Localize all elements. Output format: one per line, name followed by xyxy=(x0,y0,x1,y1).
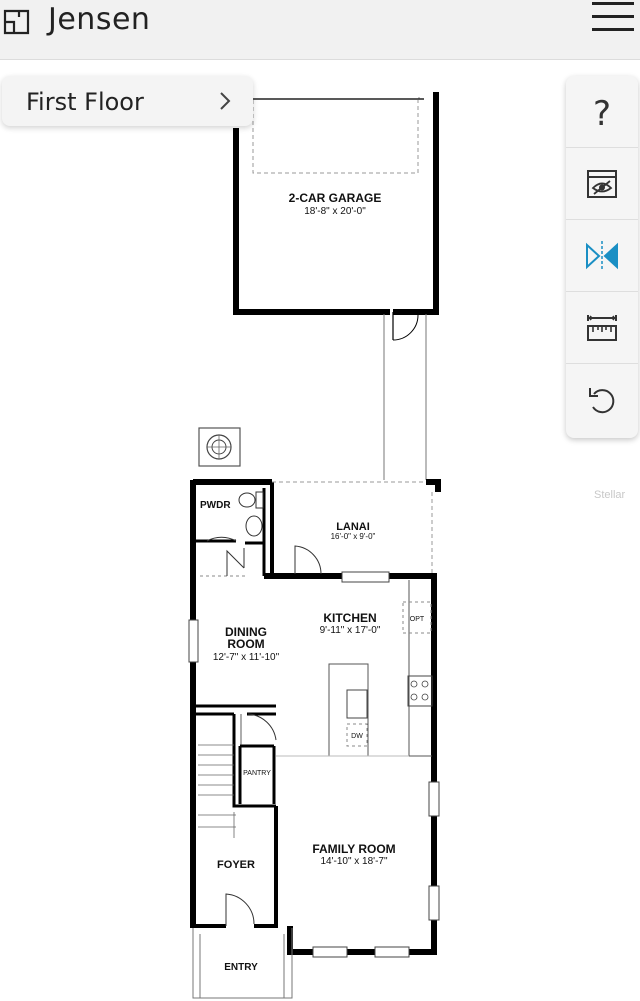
measure-button[interactable] xyxy=(566,292,638,364)
floor-selector[interactable]: First Floor xyxy=(2,76,253,126)
floorplan-icon xyxy=(3,9,30,35)
help-button[interactable]: ? xyxy=(566,76,638,148)
chevron-right-icon xyxy=(220,92,231,110)
undo-button[interactable] xyxy=(566,364,638,436)
walkway-lines xyxy=(383,314,427,480)
dining-window xyxy=(188,619,199,663)
family-window-bottom-right xyxy=(374,946,410,958)
dining-label-line2: ROOM xyxy=(227,637,264,651)
hamburger-menu-icon[interactable] xyxy=(588,0,636,40)
ac-unit-icon xyxy=(198,427,241,467)
undo-icon xyxy=(589,388,615,414)
lanai-size: 16'-0" x 9'-0" xyxy=(331,532,376,541)
family-room-label: FAMILY ROOM xyxy=(312,842,395,856)
pantry-label: PANTRY xyxy=(243,770,271,777)
lanai-door-swing xyxy=(294,545,322,575)
garage-door-swing xyxy=(392,312,419,341)
dining-size: 12'-7" x 11'-10" xyxy=(213,652,280,663)
kitchen-label: KITCHEN xyxy=(323,611,376,625)
family-window-bottom-left xyxy=(312,946,348,958)
family-room-size: 14'-10" x 18'-7" xyxy=(320,856,388,867)
house-walls xyxy=(190,479,441,955)
kitchen-size: 9'-11" x 17'-0" xyxy=(320,625,381,636)
floor-plan-canvas[interactable]: 2-CAR GARAGE 18'-8" x 20'-0" LANAI 16'-0… xyxy=(0,60,640,1001)
floor-selector-label: First Floor xyxy=(26,88,144,116)
page-title: Jensen xyxy=(48,2,151,37)
garage-label: 2-CAR GARAGE xyxy=(289,191,382,205)
garage-size: 18'-8" x 20'-0" xyxy=(304,206,366,217)
top-bar: Jensen xyxy=(0,0,640,60)
mirror-icon xyxy=(586,241,618,271)
dw-label: DW xyxy=(351,733,363,740)
front-door-swing xyxy=(225,893,255,926)
entry-label: ENTRY xyxy=(224,962,258,973)
mirror-button[interactable] xyxy=(566,220,638,292)
kitchen-counters xyxy=(276,580,433,757)
measure-icon xyxy=(587,315,617,341)
family-window-upper xyxy=(428,781,440,817)
watermark: Stellar xyxy=(594,489,626,501)
help-icon: ? xyxy=(592,94,612,134)
family-window-lower xyxy=(428,885,440,921)
furniture-visibility-button[interactable] xyxy=(566,148,638,220)
foyer-label: FOYER xyxy=(217,859,255,871)
floorplan-toolbar: ? xyxy=(566,76,638,438)
powder-label: PWDR xyxy=(200,500,231,511)
furniture-visibility-icon xyxy=(587,170,617,198)
opt-label: OPT xyxy=(410,616,425,623)
